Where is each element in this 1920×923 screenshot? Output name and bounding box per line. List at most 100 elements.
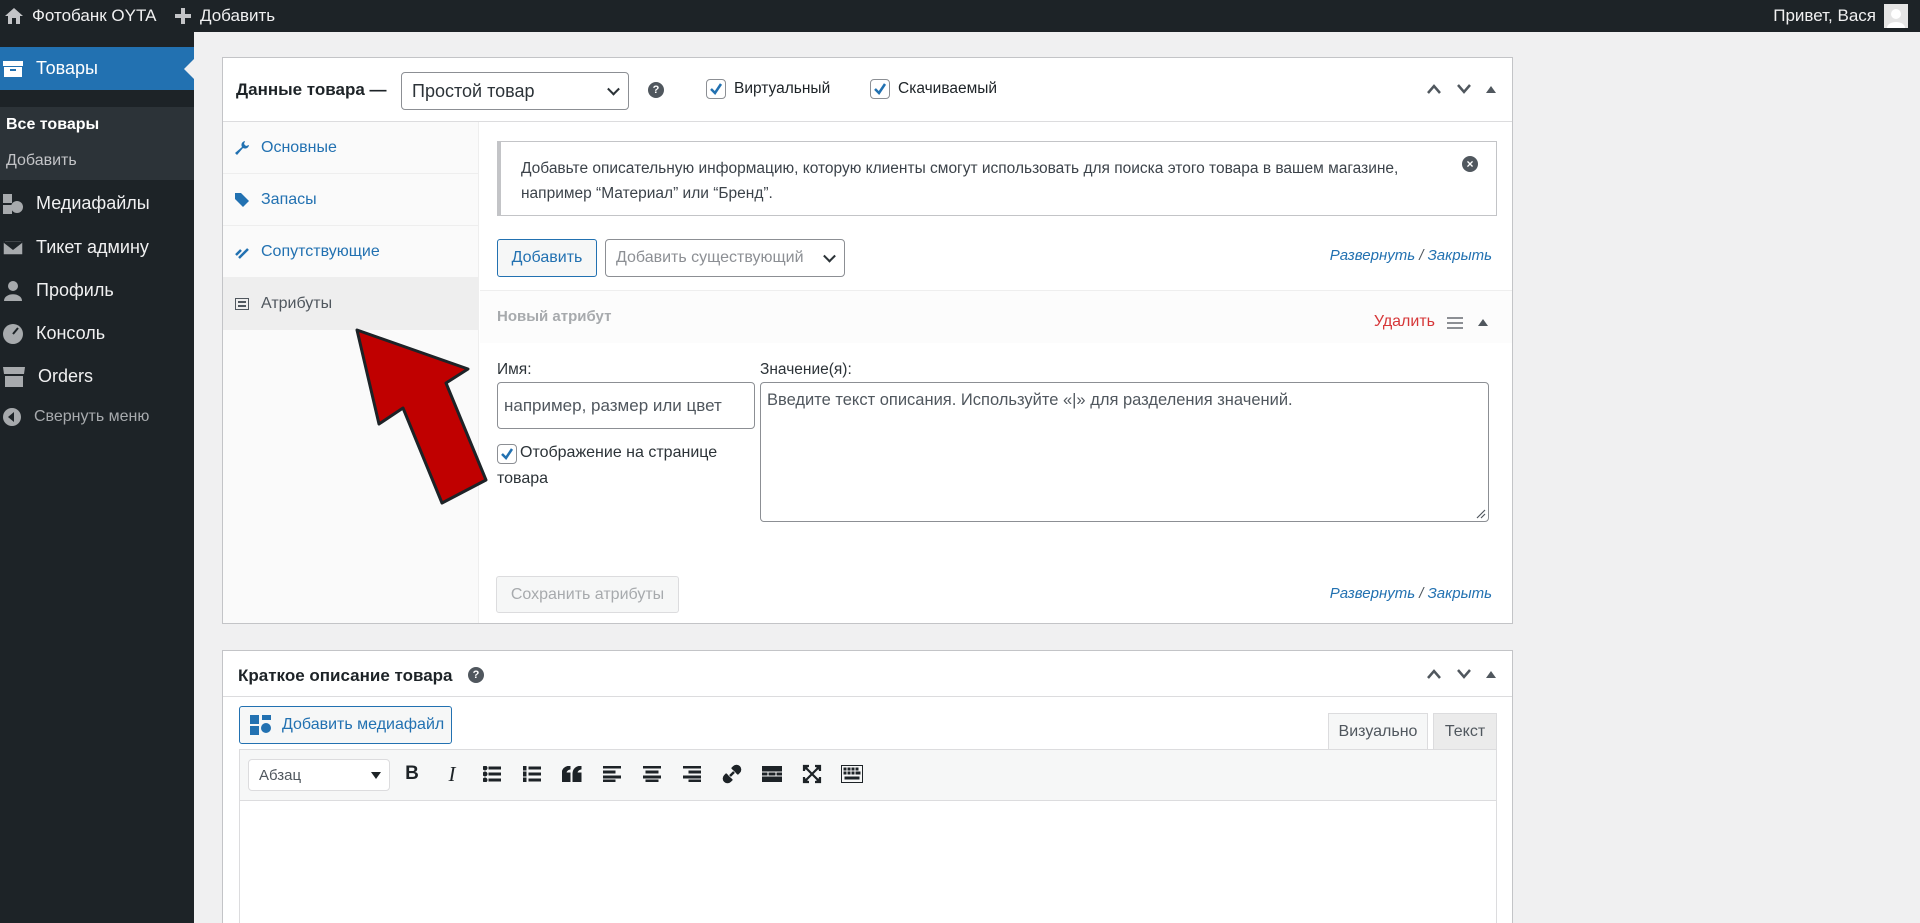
media-icon: [3, 193, 23, 214]
toggle-attribute-icon[interactable]: [1478, 319, 1488, 326]
bullet-list-icon[interactable]: [478, 760, 506, 788]
tab-attributes-label: Атрибуты: [261, 294, 333, 312]
format-select[interactable]: Абзац: [248, 759, 390, 791]
fullscreen-icon[interactable]: [798, 760, 826, 788]
toolbar-toggle-icon[interactable]: [838, 760, 866, 788]
active-menu-arrow: [184, 59, 194, 79]
delete-attribute-link[interactable]: Удалить: [1374, 313, 1435, 331]
move-up-icon[interactable]: [1426, 84, 1442, 94]
dismiss-notice-icon[interactable]: ×: [1462, 156, 1478, 172]
link-icon[interactable]: [718, 760, 746, 788]
menu-media[interactable]: Медиафайлы: [0, 182, 194, 225]
attribute-visible-label: Отображение на странице товара: [497, 444, 718, 487]
attributes-notice-text: Добавьте описательную информацию, котору…: [521, 160, 1399, 202]
tag-icon: [235, 192, 249, 207]
avatar: [1884, 4, 1908, 28]
submenu-all-products[interactable]: Все товары: [6, 116, 99, 134]
toggle-panel-icon[interactable]: [1486, 85, 1496, 93]
menu-profile-label: Профиль: [36, 280, 114, 300]
attribute-fields: Имя: например, размер или цвет Отображен…: [480, 343, 1512, 559]
short-description-header: Краткое описание товара ?: [223, 651, 1512, 697]
chevron-down-icon: [607, 82, 620, 96]
tab-visual[interactable]: Визуально: [1328, 713, 1428, 750]
tab-inventory-label: Запасы: [261, 190, 317, 208]
virtual-checkbox-label[interactable]: Виртуальный: [706, 79, 830, 99]
virtual-label: Виртуальный: [734, 80, 831, 97]
attribute-name-input[interactable]: например, размер или цвет: [497, 382, 755, 429]
menu-products-label: Товары: [36, 58, 98, 78]
menu-orders-label: Orders: [38, 366, 94, 386]
site-name-link[interactable]: Фотобанк OYTA: [4, 0, 156, 32]
align-left-icon[interactable]: [598, 760, 626, 788]
downloadable-checkbox[interactable]: [870, 79, 890, 99]
new-attribute-title[interactable]: Новый атрибут: [497, 308, 611, 325]
italic-icon[interactable]: I: [438, 760, 466, 788]
add-attribute-button[interactable]: Добавить: [497, 239, 597, 277]
tab-text[interactable]: Текст: [1433, 713, 1497, 750]
resize-handle-icon[interactable]: [1476, 509, 1486, 519]
admin-sidebar: Товары Все товары Добавить Медиафайлы Ти…: [0, 32, 194, 923]
user-account-menu[interactable]: Привет, Вася: [1773, 0, 1908, 32]
attribute-visible-checkbox[interactable]: [497, 444, 517, 464]
short-description-editor[interactable]: [239, 801, 1497, 923]
expand-all-link[interactable]: Развернуть: [1330, 585, 1415, 602]
wrench-icon: [235, 140, 249, 155]
attribute-values-textarea[interactable]: Введите текст описания. Используйте «|» …: [760, 382, 1489, 522]
read-more-icon[interactable]: [758, 760, 786, 788]
menu-admin-ticket-label: Тикет админу: [36, 237, 149, 257]
menu-orders[interactable]: Orders: [0, 355, 194, 398]
menu-profile[interactable]: Профиль: [0, 269, 194, 312]
tab-text-label: Текст: [1444, 722, 1486, 740]
menu-admin-ticket[interactable]: Тикет админу: [0, 226, 194, 269]
downloadable-checkbox-label[interactable]: Скачиваемый: [870, 79, 997, 99]
save-attributes-button[interactable]: Сохранить атрибуты: [496, 576, 679, 613]
help-icon[interactable]: ?: [648, 82, 664, 98]
save-attributes-label: Сохранить атрибуты: [510, 585, 665, 603]
attributes-list-icon: [235, 297, 249, 310]
collapse-arrow-icon: [3, 408, 21, 426]
virtual-checkbox[interactable]: [706, 79, 726, 99]
product-data-header: Данные товара — Простой товар ? Виртуаль…: [223, 58, 1512, 122]
toggle-panel-icon[interactable]: [1486, 670, 1496, 678]
submenu-add-product[interactable]: Добавить: [6, 152, 77, 170]
product-type-select[interactable]: Простой товар: [401, 72, 629, 110]
add-existing-attribute-select[interactable]: Добавить существующий: [605, 239, 845, 277]
attribute-name-placeholder: например, размер или цвет: [504, 395, 722, 415]
panel-handle-actions: [1426, 669, 1496, 679]
drag-handle-icon[interactable]: [1447, 317, 1463, 329]
align-right-icon[interactable]: [678, 760, 706, 788]
tab-inventory[interactable]: Запасы: [223, 174, 479, 226]
numbered-list-icon[interactable]: [518, 760, 546, 788]
short-description-title: Краткое описание товара: [238, 666, 453, 685]
add-media-button[interactable]: Добавить медиафайл: [239, 706, 452, 744]
menu-products[interactable]: Товары: [0, 47, 194, 90]
blockquote-icon[interactable]: [558, 760, 586, 788]
add-existing-placeholder: Добавить существующий: [616, 249, 804, 266]
bold-icon[interactable]: B: [398, 760, 426, 788]
attribute-row: Новый атрибут Удалить Имя: например, раз…: [480, 290, 1512, 559]
align-center-icon[interactable]: [638, 760, 666, 788]
move-up-icon[interactable]: [1426, 669, 1442, 679]
move-down-icon[interactable]: [1456, 84, 1472, 94]
media-upload-icon: [250, 715, 271, 735]
help-icon[interactable]: ?: [468, 667, 484, 683]
chevron-down-icon: [823, 249, 836, 263]
close-all-link[interactable]: Закрыть: [1428, 247, 1492, 264]
add-media-label: Добавить медиафайл: [282, 716, 445, 733]
dropdown-arrow-icon: [371, 772, 381, 779]
tab-general[interactable]: Основные: [223, 122, 479, 174]
tab-linked-products[interactable]: Сопутствующие: [223, 226, 479, 278]
greeting: Привет, Вася: [1773, 6, 1876, 25]
attribute-visible-checkbox-label[interactable]: Отображение на странице товара: [497, 440, 737, 492]
close-all-link[interactable]: Закрыть: [1428, 585, 1492, 602]
link-separator: /: [1419, 247, 1424, 264]
expand-all-link[interactable]: Развернуть: [1330, 247, 1415, 264]
menu-dashboard[interactable]: Консоль: [0, 312, 194, 355]
move-down-icon[interactable]: [1456, 669, 1472, 679]
format-select-value: Абзац: [259, 766, 302, 784]
user-icon: [4, 280, 22, 301]
add-new-link[interactable]: Добавить: [174, 0, 275, 32]
collapse-menu-button[interactable]: Свернуть меню: [2, 407, 149, 427]
product-data-title: Данные товара —: [236, 80, 387, 99]
attribute-values-label: Значение(я):: [760, 361, 852, 378]
